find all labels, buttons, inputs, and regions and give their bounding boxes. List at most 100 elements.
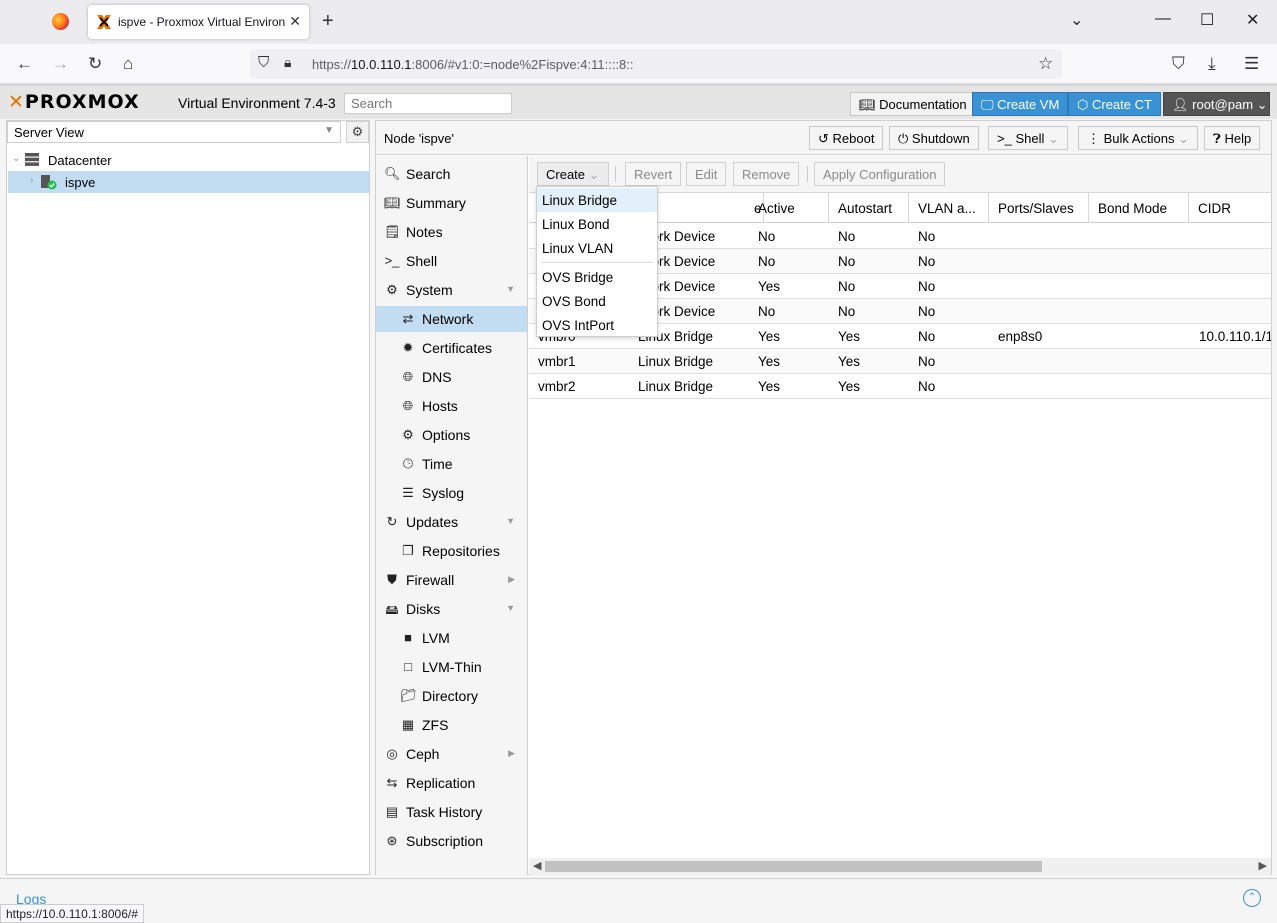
menu-item-summary[interactable]: 📖︎ Summary: [376, 190, 527, 216]
minimize-icon[interactable]: —: [1155, 10, 1171, 28]
global-search-input[interactable]: [344, 93, 512, 114]
create-vm-button[interactable]: 🖵︎ Create VM: [972, 92, 1069, 116]
menu-item-lvm[interactable]: ■ LVM: [376, 625, 527, 651]
column-header-bond-mode[interactable]: Bond Mode: [1089, 193, 1189, 223]
pocket-icon[interactable]: ⛉: [1172, 54, 1185, 74]
book-icon: 📖︎: [859, 97, 876, 112]
expand-caret-icon[interactable]: ›: [30, 175, 33, 186]
collapse-caret-icon[interactable]: ▼: [506, 603, 515, 613]
exchange-arrows-icon: ⇄: [402, 311, 414, 326]
menu-item-options[interactable]: ⚙ Options: [376, 422, 527, 448]
menu-item-zfs[interactable]: ▦ ZFS: [376, 712, 527, 738]
menu-item-updates[interactable]: ↻ Updates ▼: [376, 509, 527, 535]
list-icon: ☰: [402, 485, 414, 500]
menu-item-firewall[interactable]: ⛊ Firewall ▶: [376, 567, 527, 593]
column-header-ports-slaves[interactable]: Ports/Slaves: [989, 193, 1089, 223]
certificate-icon: ✹: [402, 340, 414, 355]
user-menu-button[interactable]: 👤︎ root@pam ⌄: [1163, 92, 1270, 116]
url-text[interactable]: https://10.0.110.1:8006/#v1:0:=node%2Fis…: [312, 57, 634, 72]
close-window-icon[interactable]: ✕: [1246, 10, 1259, 30]
apply-configuration-button[interactable]: Apply Configuration: [814, 162, 946, 186]
column-header-autostart[interactable]: Autostart: [829, 193, 909, 223]
menu-hamburger-icon[interactable]: ☰: [1244, 54, 1259, 74]
scroll-left-icon[interactable]: ◀: [533, 859, 541, 872]
gear-icon: ⚙: [402, 427, 414, 442]
downloads-icon[interactable]: ⤓: [1208, 54, 1216, 74]
menu-item-replication[interactable]: ⇆ Replication: [376, 770, 527, 796]
edit-button[interactable]: Edit: [686, 162, 727, 186]
new-tab-icon[interactable]: +: [322, 10, 334, 33]
square-filled-icon: ■: [404, 630, 412, 645]
home-icon[interactable]: ⌂: [123, 54, 133, 74]
menu-item-ovs-intport[interactable]: OVS IntPort: [537, 313, 657, 337]
bulk-actions-button[interactable]: ⋮ Bulk Actions ⌄: [1078, 126, 1198, 150]
menu-item-certificates[interactable]: ✹ Certificates: [376, 335, 527, 361]
menu-item-time[interactable]: 🕒︎ Time: [376, 451, 527, 477]
revert-button[interactable]: Revert: [625, 162, 682, 186]
menu-item-linux-bridge[interactable]: Linux Bridge: [537, 188, 657, 212]
maximize-icon[interactable]: ☐: [1200, 10, 1214, 30]
shield-icon[interactable]: ⛉: [258, 54, 269, 71]
menu-item-ovs-bond[interactable]: OVS Bond: [537, 289, 657, 313]
tree-item-node-ispve[interactable]: › ispve: [8, 171, 369, 193]
menu-item-repositories[interactable]: ❐ Repositories: [376, 538, 527, 564]
lock-icon[interactable]: 🔒︎: [284, 54, 291, 71]
menu-item-ceph[interactable]: ◎ Ceph ▶: [376, 741, 527, 767]
version-label: Virtual Environment 7.4-3: [178, 95, 336, 111]
shutdown-button[interactable]: ⏻ Shutdown: [889, 126, 979, 150]
menu-item-directory[interactable]: 📁︎ Directory: [376, 683, 527, 709]
forward-icon[interactable]: →: [52, 54, 69, 74]
documentation-button[interactable]: 📖︎ Documentation: [850, 92, 976, 116]
menu-item-network[interactable]: ⇄ Network: [376, 306, 527, 332]
menu-item-search[interactable]: 🔍︎ Search: [376, 161, 527, 187]
create-button[interactable]: Create ⌄: [537, 162, 609, 186]
node-header: Node 'ispve' ↺ Reboot ⏻ Shutdown >_ Shel…: [376, 121, 1271, 155]
menu-item-linux-bond[interactable]: Linux Bond: [537, 212, 657, 236]
back-icon[interactable]: ←: [16, 54, 33, 74]
menu-item-lvm-thin[interactable]: □ LVM-Thin: [376, 654, 527, 680]
menu-item-linux-vlan[interactable]: Linux VLAN: [537, 236, 657, 260]
tree-item-datacenter[interactable]: ⌄ Datacenter: [8, 149, 369, 171]
menu-label: Task History: [406, 804, 483, 820]
reboot-button[interactable]: ↺ Reboot: [809, 126, 884, 150]
menu-item-hosts[interactable]: 🌐︎ Hosts: [376, 393, 527, 419]
help-button[interactable]: ❓︎ Help: [1204, 126, 1261, 150]
collapse-caret-icon[interactable]: ▼: [506, 516, 515, 526]
menu-item-disks[interactable]: 🖴︎ Disks ▼: [376, 596, 527, 622]
menu-item-dns[interactable]: 🌐︎ DNS: [376, 364, 527, 390]
menu-item-system[interactable]: ⚙ System ▼: [376, 277, 527, 303]
browser-tab[interactable]: ispve - Proxmox Virtual Environment ✕: [88, 5, 309, 39]
create-ct-button[interactable]: ⬡ Create CT: [1068, 92, 1161, 116]
tab-close-icon[interactable]: ✕: [289, 13, 301, 30]
menu-item-ovs-bridge[interactable]: OVS Bridge: [537, 265, 657, 289]
collapse-caret-icon[interactable]: ⌄: [12, 153, 20, 164]
shell-button[interactable]: >_ Shell ⌄: [988, 126, 1068, 150]
server-view-select[interactable]: Server View ▼: [7, 121, 341, 143]
column-header-cidr[interactable]: CIDR: [1189, 193, 1271, 223]
menu-item-task-history[interactable]: ▤ Task History: [376, 799, 527, 825]
collapse-caret-icon[interactable]: ▼: [506, 284, 515, 294]
logs-panel: Logs ⌃: [0, 878, 1277, 923]
expand-caret-icon[interactable]: ▶: [508, 574, 515, 585]
reload-icon[interactable]: ↻: [88, 54, 102, 74]
expand-caret-icon[interactable]: ▶: [508, 748, 515, 759]
remove-button[interactable]: Remove: [733, 162, 800, 186]
url-bar[interactable]: ⛉ 🔒︎ https://10.0.110.1:8006/#v1:0:=node…: [250, 49, 1062, 79]
scroll-right-icon[interactable]: ▶: [1259, 859, 1267, 872]
table-row[interactable]: vmbr2 Linux Bridge Yes Yes No: [529, 374, 1271, 399]
horizontal-scrollbar[interactable]: ◀ ▶: [529, 858, 1271, 875]
expand-up-icon[interactable]: ⌃: [1243, 889, 1261, 907]
menu-item-syslog[interactable]: ☰ Syslog: [376, 480, 527, 506]
table-row[interactable]: vmbr1 Linux Bridge Yes Yes No: [529, 349, 1271, 374]
datacenter-server-icon: [24, 152, 40, 170]
firefox-icon[interactable]: [52, 13, 69, 30]
tree-settings-gear-button[interactable]: ⚙: [346, 121, 369, 143]
column-header-vlan-aware[interactable]: VLAN a...: [909, 193, 989, 223]
tab-list-chevron-icon[interactable]: ⌄: [1070, 10, 1083, 30]
menu-item-subscription[interactable]: ⊛ Subscription: [376, 828, 527, 854]
scrollbar-thumb[interactable]: [545, 861, 1042, 872]
menu-item-shell[interactable]: >_ Shell: [376, 248, 527, 274]
menu-item-notes[interactable]: 🗒︎ Notes: [376, 219, 527, 245]
column-header-active[interactable]: Active: [749, 193, 829, 223]
bookmark-star-icon[interactable]: ☆: [1038, 54, 1053, 74]
